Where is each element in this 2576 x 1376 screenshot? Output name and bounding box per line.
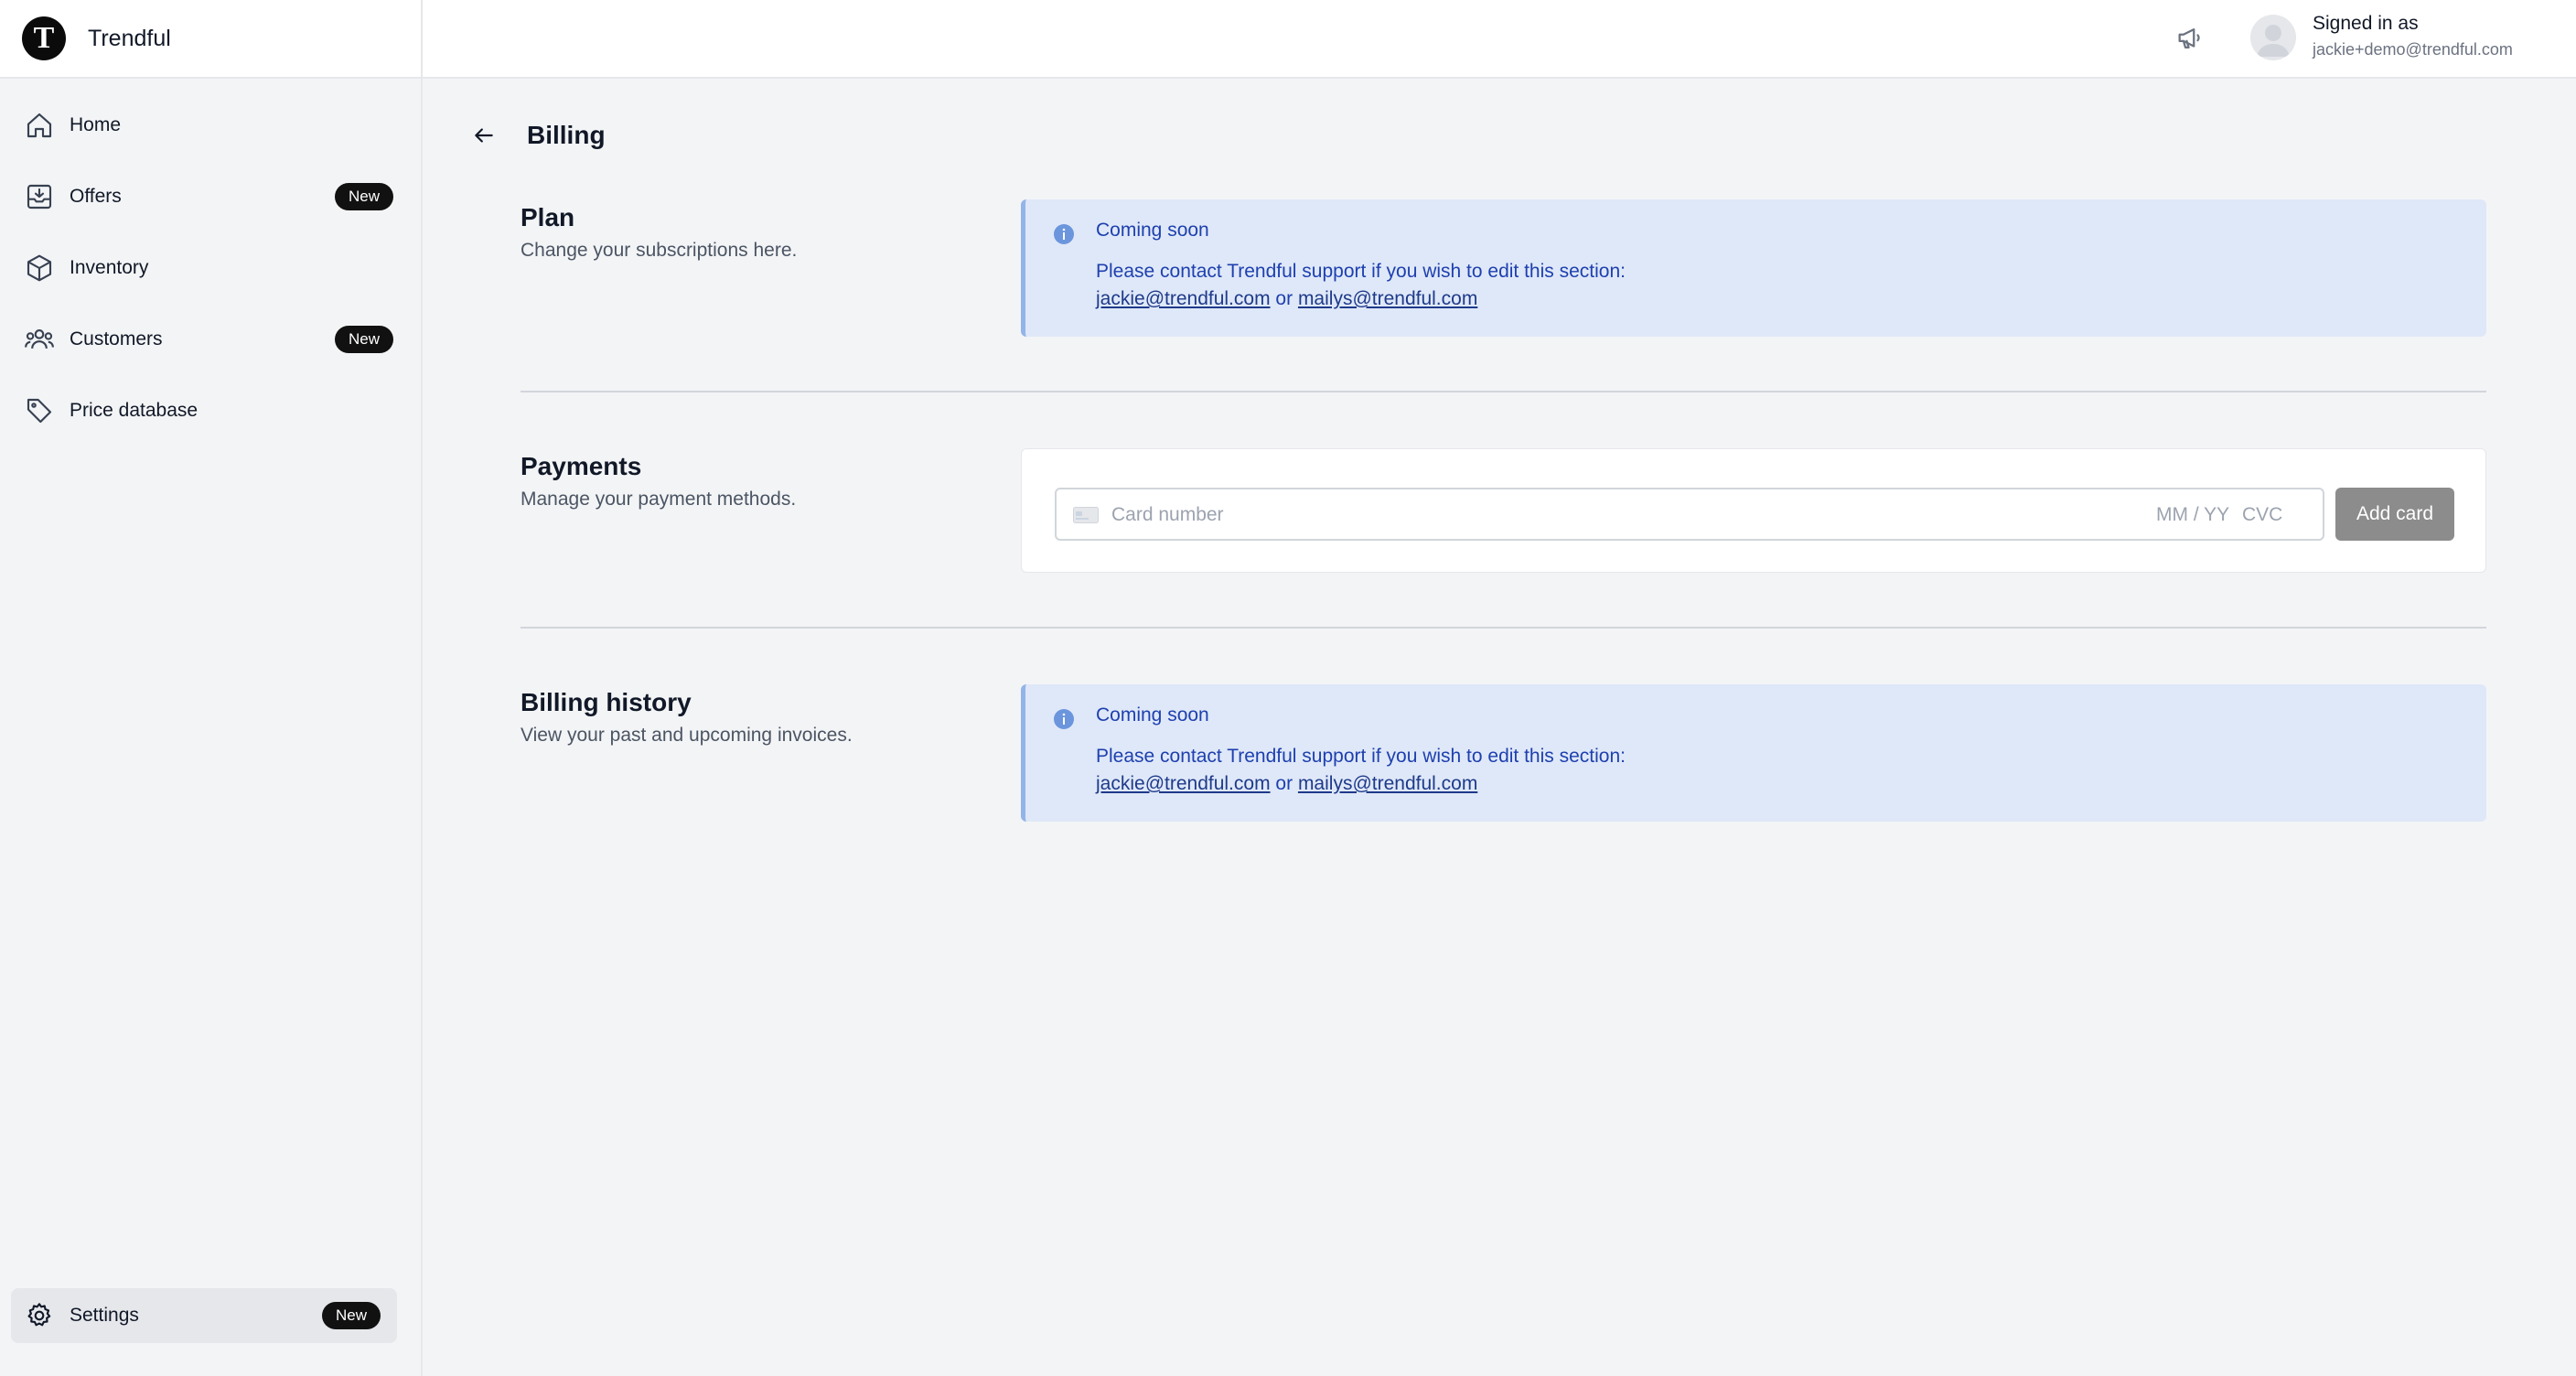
card-expiry-placeholder: MM / YY [2156, 504, 2230, 525]
back-arrow-icon[interactable] [470, 122, 498, 149]
brand[interactable]: T Trendful [0, 0, 421, 79]
sidebar-item-offers[interactable]: Offers New [11, 170, 410, 223]
new-badge: New [334, 326, 393, 353]
payment-card-panel: Card number MM / YY CVC Add card [1021, 448, 2486, 573]
megaphone-icon[interactable] [2172, 20, 2208, 57]
sidebar-item-customers[interactable]: Customers New [11, 313, 410, 366]
cube-icon [24, 253, 55, 284]
payments-section-description: Manage your payment methods. [521, 489, 797, 510]
tag-icon [24, 395, 55, 426]
user-email: jackie+demo@trendful.com [2313, 40, 2513, 59]
gear-icon [24, 1300, 55, 1331]
plan-coming-soon-alert: Coming soon Please contact Trendful supp… [1021, 199, 2486, 337]
email-link-jackie[interactable]: jackie@trendful.com [1096, 288, 1271, 309]
card-number-placeholder: Card number [1111, 504, 1224, 525]
page-title: Billing [527, 121, 606, 149]
email-link-mailys[interactable]: mailys@trendful.com [1298, 288, 1477, 309]
alert-body: Please contact Trendful support if you w… [1096, 743, 1626, 798]
billing-history-section-description: View your past and upcoming invoices. [521, 725, 853, 746]
users-icon [24, 324, 55, 355]
sidebar-item-label: Settings [70, 1305, 139, 1326]
brand-logo: T [22, 16, 66, 60]
section-divider [521, 627, 2486, 629]
sidebar-item-label: Price database [70, 400, 199, 421]
plan-section-title: Plan [521, 203, 575, 231]
billing-history-section-title: Billing history [521, 688, 692, 716]
billing-history-coming-soon-alert: Coming soon Please contact Trendful supp… [1021, 684, 2486, 822]
alert-connector: or [1275, 288, 1293, 309]
section-divider [521, 391, 2486, 392]
brand-name: Trendful [88, 25, 171, 51]
alert-connector: or [1275, 773, 1293, 794]
add-card-button[interactable]: Add card [2335, 488, 2454, 541]
sidebar: T Trendful Home Offers New Inventory Cus… [0, 0, 423, 1376]
alert-body: Please contact Trendful support if you w… [1096, 258, 1626, 313]
credit-card-icon [1073, 507, 1099, 523]
email-link-mailys[interactable]: mailys@trendful.com [1298, 773, 1477, 794]
account-info[interactable]: Signed in as jackie+demo@trendful.com [2313, 13, 2513, 59]
page-header: Billing [470, 121, 606, 150]
card-input[interactable]: Card number MM / YY CVC [1055, 488, 2324, 541]
alert-title: Coming soon [1096, 704, 1209, 726]
plan-section-description: Change your subscriptions here. [521, 240, 798, 261]
alert-message: Please contact Trendful support if you w… [1096, 261, 1626, 282]
sidebar-item-settings[interactable]: Settings New [11, 1288, 397, 1343]
alert-title: Coming soon [1096, 220, 1209, 241]
alert-message: Please contact Trendful support if you w… [1096, 746, 1626, 767]
info-icon [1053, 223, 1075, 245]
inbox-download-icon [24, 181, 55, 212]
top-bar: Signed in as jackie+demo@trendful.com [423, 0, 2576, 79]
new-badge: New [321, 1302, 381, 1329]
sidebar-nav: Home Offers New Inventory Customers New [0, 79, 421, 437]
email-link-jackie[interactable]: jackie@trendful.com [1096, 773, 1271, 794]
new-badge: New [334, 183, 393, 210]
signed-in-label: Signed in as [2313, 13, 2419, 34]
home-icon [24, 110, 55, 141]
sidebar-item-label: Customers [70, 328, 163, 349]
card-cvc-placeholder: CVC [2242, 504, 2283, 525]
payments-section-title: Payments [521, 452, 642, 480]
sidebar-item-label: Offers [70, 186, 122, 207]
sidebar-item-inventory[interactable]: Inventory [11, 242, 410, 295]
sidebar-item-price-database[interactable]: Price database [11, 384, 410, 437]
sidebar-item-home[interactable]: Home [11, 99, 410, 152]
avatar[interactable] [2250, 15, 2296, 60]
alert-contacts: jackie@trendful.com or mailys@trendful.c… [1096, 285, 1626, 313]
alert-contacts: jackie@trendful.com or mailys@trendful.c… [1096, 770, 1626, 798]
sidebar-item-label: Inventory [70, 257, 149, 278]
sidebar-item-label: Home [70, 114, 122, 135]
info-icon [1053, 708, 1075, 730]
